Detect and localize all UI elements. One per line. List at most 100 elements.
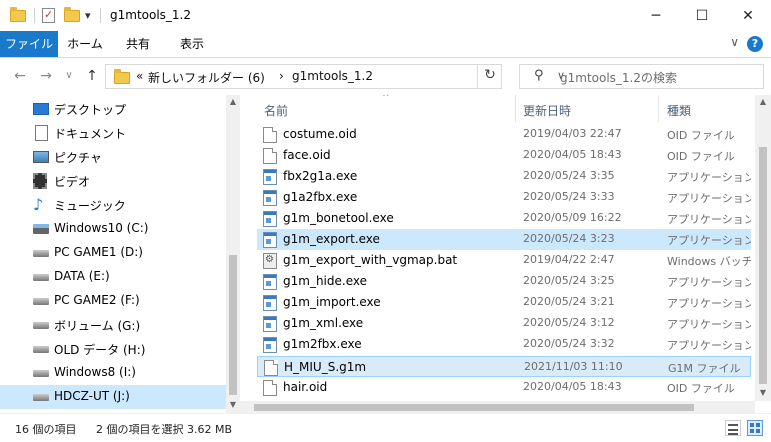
minimize-button[interactable]: ─ xyxy=(633,0,679,31)
new-folder-icon[interactable] xyxy=(64,0,80,31)
ribbon-collapse-icon[interactable]: ∨ xyxy=(730,35,739,49)
file-date: 2020/05/24 3:35 xyxy=(523,169,615,182)
column-modified[interactable]: 更新日時 xyxy=(523,102,571,119)
forward-button[interactable]: → xyxy=(36,64,56,88)
sidebar-item-label: ボリューム (G:) xyxy=(54,319,141,333)
properties-icon[interactable]: ✓ xyxy=(42,0,55,31)
scroll-down-icon[interactable]: ▼ xyxy=(226,400,240,409)
file-date: 2020/04/05 18:43 xyxy=(523,380,622,393)
scrollbar-thumb[interactable] xyxy=(229,255,237,395)
scroll-down-icon[interactable]: ▼ xyxy=(755,388,771,397)
tab-file[interactable]: ファイル xyxy=(0,31,58,57)
sidebar-item-music[interactable]: ♪ ミュージック xyxy=(0,193,226,217)
file-row[interactable]: g1m_import.exe 2020/05/24 3:21 アプリケーション xyxy=(257,292,751,313)
application-icon xyxy=(263,190,277,206)
drive-icon xyxy=(33,394,49,401)
search-input[interactable]: g1mtools_1.2の検索 xyxy=(560,69,677,86)
sidebar-item-drive-h[interactable]: OLD データ (H:) xyxy=(0,337,226,361)
column-divider[interactable] xyxy=(658,95,659,122)
application-icon xyxy=(263,211,277,227)
title-bar: ✓ ▾ g1mtools_1.2 ─ ☐ ✕ xyxy=(0,0,771,31)
sidebar-item-drive-e[interactable]: DATA (E:) xyxy=(0,265,226,289)
file-type: G1M ファイル xyxy=(668,362,741,375)
sidebar-item-label: ビデオ xyxy=(54,175,91,189)
tab-view[interactable]: 表示 xyxy=(170,31,214,57)
horizontal-scrollbar[interactable] xyxy=(240,401,755,413)
sidebar-item-drive-g[interactable]: ボリューム (G:) xyxy=(0,313,226,337)
folder-icon xyxy=(10,0,26,31)
file-row[interactable]: hair.oid 2020/04/05 18:43 OID ファイル xyxy=(257,377,751,398)
navigation-bar: ← → ∨ ↑ « 新しいフォルダー (6) › g1mtools_1.2 ∨ … xyxy=(0,58,771,95)
file-date: 2019/04/03 22:47 xyxy=(523,127,622,140)
file-name: face.oid xyxy=(283,148,331,162)
sidebar-item-drive-j[interactable]: HDCZ-UT (J:) xyxy=(0,385,226,409)
file-row[interactable]: g1m_xml.exe 2020/05/24 3:12 アプリケーション xyxy=(257,313,751,334)
scrollbar-thumb[interactable] xyxy=(759,147,767,384)
breadcrumb-overflow[interactable]: « xyxy=(136,69,143,83)
breadcrumb-separator[interactable]: › xyxy=(279,69,284,83)
batch-file-icon xyxy=(263,253,277,269)
sidebar-item-drive-c[interactable]: Windows10 (C:) xyxy=(0,217,226,241)
recent-locations-icon[interactable]: ∨ xyxy=(62,64,76,88)
large-icons-view-icon[interactable] xyxy=(747,420,763,436)
checkmark-icon: ✓ xyxy=(44,8,54,21)
up-button[interactable]: ↑ xyxy=(82,64,102,88)
sidebar-item-label: OLD データ (H:) xyxy=(54,343,146,357)
tab-share[interactable]: 共有 xyxy=(118,31,158,57)
drive-icon xyxy=(33,274,49,281)
sidebar-item-drive-d[interactable]: PC GAME1 (D:) xyxy=(0,241,226,265)
file-row[interactable]: costume.oid 2019/04/03 22:47 OID ファイル xyxy=(257,124,751,145)
file-row-selected-focused[interactable]: H_MIU_S.g1m 2021/11/03 11:10 G1M ファイル xyxy=(257,356,751,377)
file-row[interactable]: g1a2fbx.exe 2020/05/24 3:33 アプリケーション xyxy=(257,187,751,208)
file-row[interactable]: g1m_bonetool.exe 2020/05/09 16:22 アプリケーシ… xyxy=(257,208,751,229)
file-name: g1m_xml.exe xyxy=(283,316,364,330)
details-view-icon[interactable] xyxy=(725,420,741,436)
sidebar-item-pictures[interactable]: ピクチャ xyxy=(0,145,226,169)
application-icon xyxy=(263,295,277,311)
maximize-button[interactable]: ☐ xyxy=(679,0,725,31)
file-row[interactable]: g1m_hide.exe 2020/05/24 3:25 アプリケーション xyxy=(257,271,751,292)
application-icon xyxy=(263,232,277,248)
column-name[interactable]: 名前 xyxy=(264,102,288,119)
drive-icon xyxy=(33,322,49,329)
address-bar[interactable]: « 新しいフォルダー (6) › g1mtools_1.2 ∨ xyxy=(105,64,565,89)
drive-icon xyxy=(33,250,49,257)
sidebar-item-drive-f[interactable]: PC GAME2 (F:) xyxy=(0,289,226,313)
sidebar-item-drive-i[interactable]: Windows8 (I:) xyxy=(0,361,226,385)
file-row[interactable]: fbx2g1a.exe 2020/05/24 3:35 アプリケーション xyxy=(257,166,751,187)
column-divider[interactable] xyxy=(515,95,516,122)
status-bar: 16 個の項目 2 個の項目を選択 3.62 MB xyxy=(0,413,771,442)
help-icon[interactable]: ? xyxy=(747,36,763,52)
file-type: アプリケーション xyxy=(667,171,751,184)
breadcrumb-parent[interactable]: 新しいフォルダー (6) xyxy=(148,69,265,86)
search-box[interactable]: ⚲ g1mtools_1.2の検索 xyxy=(519,64,764,89)
sidebar-item-desktop[interactable]: デスクトップ xyxy=(0,97,226,121)
music-icon: ♪ xyxy=(33,195,44,214)
file-name: g1m_bonetool.exe xyxy=(283,211,394,225)
sidebar-scrollbar[interactable]: ▲ ▼ xyxy=(226,95,240,413)
close-button[interactable]: ✕ xyxy=(725,0,771,31)
refresh-button[interactable]: ↻ xyxy=(477,64,502,89)
breadcrumb-current[interactable]: g1mtools_1.2 xyxy=(292,69,373,83)
file-list: ^ 名前 更新日時 種類 costume.oid 2019/04/03 22:4… xyxy=(240,95,771,413)
scroll-up-icon[interactable]: ▲ xyxy=(226,97,240,106)
back-button[interactable]: ← xyxy=(10,64,30,88)
file-row[interactable]: g1m2fbx.exe 2020/05/24 3:32 アプリケーション xyxy=(257,334,751,355)
sidebar-item-label: PC GAME2 (F:) xyxy=(54,293,140,307)
sidebar-item-label: Windows8 (I:) xyxy=(54,365,136,379)
sidebar-item-videos[interactable]: ビデオ xyxy=(0,169,226,193)
file-row[interactable]: g1m_export_with_vgmap.bat 2019/04/22 2:4… xyxy=(257,250,751,271)
file-row-selected[interactable]: g1m_export.exe 2020/05/24 3:23 アプリケーション xyxy=(257,229,751,250)
tab-home[interactable]: ホーム xyxy=(64,31,106,57)
file-type: OID ファイル xyxy=(667,150,735,163)
scroll-up-icon[interactable]: ▲ xyxy=(755,97,771,106)
file-name: g1m_export_with_vgmap.bat xyxy=(283,253,458,267)
file-type: アプリケーション xyxy=(667,339,751,352)
scrollbar-thumb[interactable] xyxy=(254,404,694,411)
file-row[interactable]: face.oid 2020/04/05 18:43 OID ファイル xyxy=(257,145,751,166)
column-type[interactable]: 種類 xyxy=(667,102,691,119)
quick-access-dropdown-icon[interactable]: ▾ xyxy=(85,0,91,31)
sidebar-item-documents[interactable]: ドキュメント xyxy=(0,121,226,145)
file-list-scrollbar[interactable]: ▲ ▼ xyxy=(755,95,771,401)
item-count: 16 個の項目 xyxy=(15,423,77,436)
